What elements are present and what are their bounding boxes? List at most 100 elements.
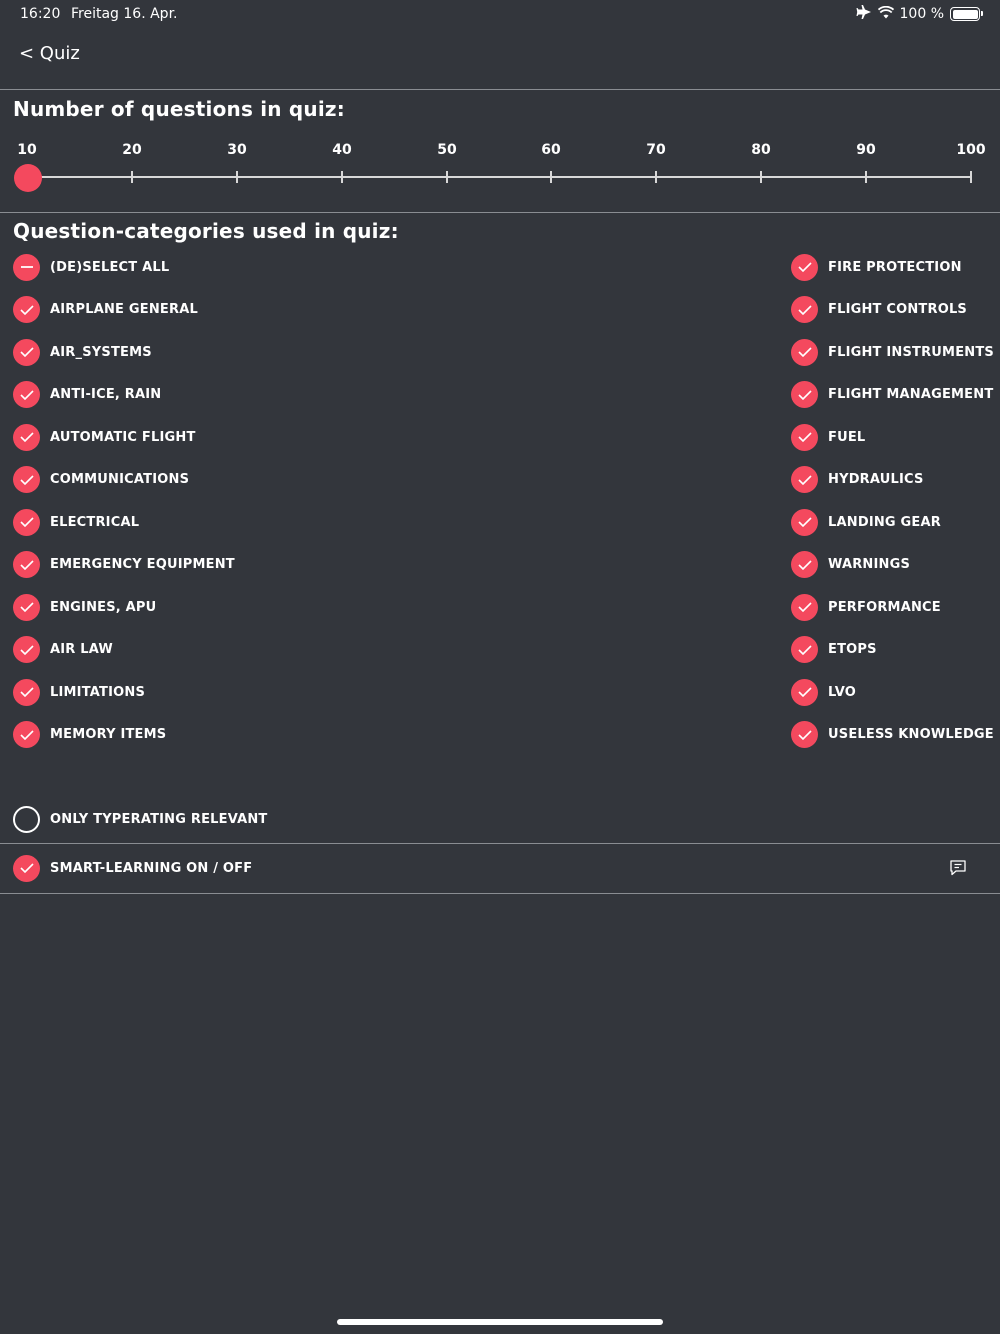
category-label: ETOPS [828,642,877,657]
check-icon [791,593,818,621]
check-icon [13,721,40,748]
slider-tick-label: 20 [122,142,142,158]
check-icon [13,508,40,536]
category-label: HYDRAULICS [828,472,924,487]
category-label: USELESS KNOWLEDGE [828,727,994,742]
slider-tick [655,171,657,183]
check-icon [13,636,40,663]
category-item[interactable]: AIR_SYSTEMS [13,338,152,366]
category-label: FIRE PROTECTION [828,259,962,275]
home-indicator [337,1319,663,1325]
slider-tick [131,171,133,183]
check-icon [791,296,818,323]
category-item[interactable]: AIRPLANE GENERAL [13,296,198,324]
check-icon [791,551,818,578]
chat-icon[interactable] [948,858,968,878]
check-icon [13,551,40,578]
category-item[interactable]: ELECTRICAL [13,508,139,536]
options-divider [0,843,1000,844]
category-label: PERFORMANCE [828,599,941,615]
category-item[interactable]: LVO [791,678,856,706]
slider-tick-label: 80 [751,142,771,158]
category-item[interactable]: PERFORMANCE [791,593,941,621]
category-label: FLIGHT CONTROLS [828,302,967,317]
category-item[interactable]: USELESS KNOWLEDGE [791,721,994,749]
smart-learning-toggle[interactable]: SMART-LEARNING ON / OFF [13,854,252,882]
slider-tick [550,171,552,183]
check-icon [13,296,40,323]
check-icon [13,381,40,408]
bottom-divider [0,893,1000,894]
category-item[interactable]: FUEL [791,423,865,451]
airplane-mode-icon [856,5,872,23]
check-icon [791,338,818,366]
category-label: (DE)SELECT ALL [50,259,170,275]
wifi-icon [877,5,894,23]
check-icon [791,678,818,706]
category-label: AIR LAW [50,642,113,657]
deselect-all-toggle[interactable]: (DE)SELECT ALL [13,253,169,281]
categories-title: Question-categories used in quiz: [13,219,399,243]
category-item[interactable]: COMMUNICATIONS [13,466,189,494]
question-count-slider-track[interactable] [28,176,971,178]
check-icon [13,678,40,706]
slider-tick-label: 50 [437,142,457,158]
check-icon [791,636,818,663]
category-label: COMMUNICATIONS [50,472,190,487]
slider-tick-label: 10 [17,142,37,158]
status-indicators: 100 % [856,5,983,23]
check-icon [13,423,40,451]
slider-tick [865,171,867,183]
category-label: FLIGHT MANAGEMENT [828,387,994,402]
slider-tick-label: 60 [541,142,561,158]
slider-tick [446,171,448,183]
minus-icon [13,253,40,281]
category-item[interactable]: ENGINES, APU [13,593,156,621]
category-item[interactable]: FLIGHT MANAGEMENT [791,381,993,409]
slider-tick-label: 30 [227,142,247,158]
category-item[interactable]: FLIGHT CONTROLS [791,296,967,324]
category-item[interactable]: AUTOMATIC FLIGHT [13,423,196,451]
category-item[interactable]: LIMITATIONS [13,678,145,706]
category-label: AIR_SYSTEMS [50,344,152,360]
category-label: AIRPLANE GENERAL [50,302,198,317]
check-icon [13,338,40,366]
category-item[interactable]: FIRE PROTECTION [791,253,962,281]
category-label: WARNINGS [828,557,911,572]
status-time: 16:20 [20,6,61,22]
category-item[interactable]: LANDING GEAR [791,508,941,536]
category-label: ANTI-ICE, RAIN [50,387,162,402]
back-button[interactable]: < Quiz [19,43,80,64]
check-icon [791,721,818,748]
category-item[interactable]: ETOPS [791,636,877,664]
question-count-slider-thumb[interactable] [14,164,42,192]
slider-tick [970,171,972,183]
header-divider [0,89,1000,90]
slider-tick [236,171,238,183]
category-item[interactable]: ANTI-ICE, RAIN [13,381,161,409]
smart-learning-label: SMART-LEARNING ON / OFF [50,860,253,876]
check-icon [791,466,818,493]
slider-tick [341,171,343,183]
status-date: Freitag 16. Apr. [71,6,178,22]
category-label: LANDING GEAR [828,514,941,530]
category-item[interactable]: HYDRAULICS [791,466,924,494]
slider-divider [0,212,1000,213]
category-item[interactable]: FLIGHT INSTRUMENTS [791,338,994,366]
check-icon [791,253,818,281]
slider-tick-label: 90 [856,142,876,158]
check-icon [13,466,40,493]
category-item[interactable]: EMERGENCY EQUIPMENT [13,551,235,579]
category-label: FUEL [828,429,866,445]
typerating-label: ONLY TYPERATING RELEVANT [50,811,268,827]
unchecked-circle-icon [13,805,40,833]
typerating-toggle[interactable]: ONLY TYPERATING RELEVANT [13,805,268,833]
category-item[interactable]: AIR LAW [13,636,113,664]
category-item[interactable]: MEMORY ITEMS [13,721,166,749]
category-item[interactable]: WARNINGS [791,551,910,579]
category-label: FLIGHT INSTRUMENTS [828,344,994,360]
slider-tick-label: 40 [332,142,352,158]
category-label: EMERGENCY EQUIPMENT [50,557,235,572]
category-label: ELECTRICAL [50,514,140,530]
category-label: ENGINES, APU [50,599,157,615]
